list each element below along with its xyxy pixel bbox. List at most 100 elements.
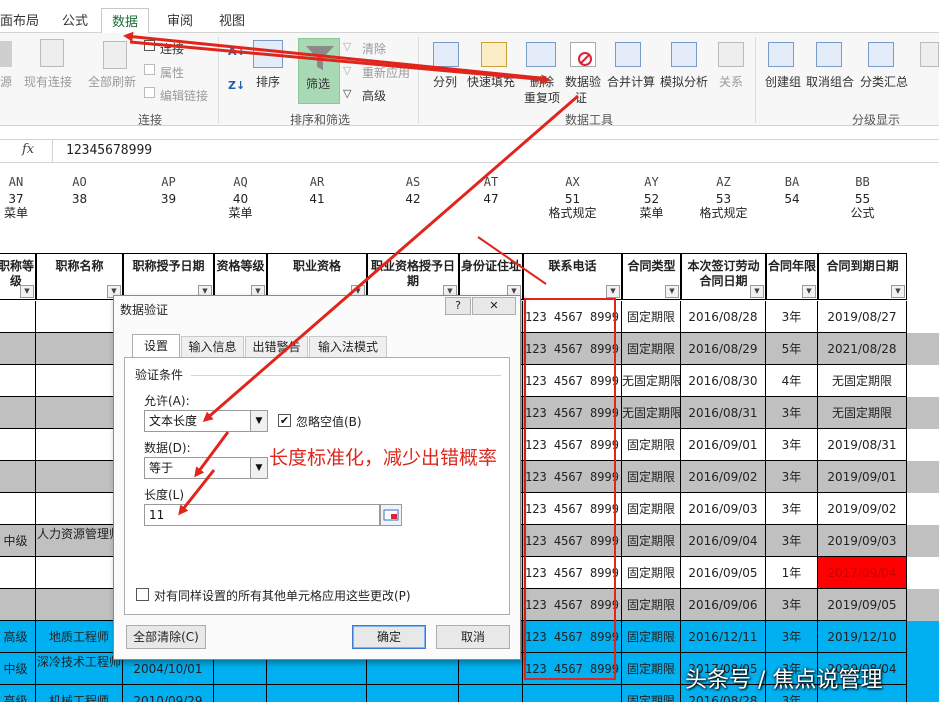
column-letter[interactable]: AZ xyxy=(681,171,766,193)
ungroup-button[interactable]: 取消组合 xyxy=(806,73,854,90)
apply-all-checkbox[interactable] xyxy=(136,588,149,601)
length-input[interactable]: 11 xyxy=(144,504,380,526)
fx-icon[interactable]: fx xyxy=(22,142,34,157)
table-cell[interactable]: 固定期限 xyxy=(622,429,681,461)
filter-dropdown-icon[interactable]: ▼ xyxy=(891,285,905,298)
table-cell[interactable]: 3年 xyxy=(766,461,818,493)
data-operator-select[interactable]: 等于 ▼ xyxy=(144,457,268,479)
table-cell[interactable] xyxy=(459,685,523,702)
table-cell[interactable]: 2019/12/10 xyxy=(818,621,907,653)
advanced-filter-button[interactable]: 高级 xyxy=(362,87,386,104)
table-cell[interactable] xyxy=(0,365,36,397)
table-cell[interactable]: 3年 xyxy=(766,621,818,653)
table-cell[interactable]: 无固定期限 xyxy=(818,397,907,429)
filter-dropdown-icon[interactable]: ▼ xyxy=(606,285,620,298)
table-cell[interactable] xyxy=(0,493,36,525)
column-letter[interactable]: BB xyxy=(818,171,907,193)
relationships-button[interactable]: 关系 xyxy=(719,73,743,90)
table-cell[interactable]: 固定期限 xyxy=(622,333,681,365)
table-cell[interactable]: 2016/08/30 xyxy=(681,365,766,397)
close-icon[interactable]: ✕ xyxy=(472,297,516,315)
column-letter[interactable]: AO xyxy=(36,171,123,193)
table-cell[interactable] xyxy=(0,557,36,589)
remove-duplicates-label-1[interactable]: 删除 xyxy=(530,73,554,90)
table-cell[interactable] xyxy=(214,685,267,702)
table-cell[interactable] xyxy=(523,685,622,702)
table-cell[interactable]: 人力资源管理师 xyxy=(36,525,123,557)
table-cell[interactable]: 4年 xyxy=(766,365,818,397)
table-cell[interactable] xyxy=(0,333,36,365)
filter-dropdown-icon[interactable]: ▼ xyxy=(20,285,34,298)
column-letter[interactable]: AY xyxy=(622,171,681,193)
table-cell[interactable]: 无固定期限 xyxy=(622,397,681,429)
table-cell[interactable]: 5年 xyxy=(766,333,818,365)
table-cell[interactable]: 无固定期限 xyxy=(818,365,907,397)
sort-za-icon[interactable]: Z↓ xyxy=(228,79,245,92)
formula-input[interactable]: 12345678999 xyxy=(66,143,152,158)
tab-page-layout[interactable]: 面布局 xyxy=(0,10,39,29)
tab-review[interactable]: 审阅 xyxy=(167,10,193,29)
sort-button[interactable]: 排序 xyxy=(256,73,280,90)
table-cell[interactable]: 2019/08/31 xyxy=(818,429,907,461)
table-cell[interactable]: 2016/09/05 xyxy=(681,557,766,589)
table-cell[interactable]: 深冷技术工程师 xyxy=(36,653,123,685)
table-cell[interactable]: 2016/09/02 xyxy=(681,461,766,493)
table-cell[interactable]: 2019/09/05 xyxy=(818,589,907,621)
clear-filter-button[interactable]: 清除 xyxy=(362,40,386,57)
table-cell[interactable]: 固定期限 xyxy=(622,589,681,621)
column-letter[interactable]: AX xyxy=(523,171,622,193)
remove-duplicates-label-2[interactable]: 重复项 xyxy=(524,89,560,106)
show-detail-icon[interactable] xyxy=(920,42,939,67)
reapply-button[interactable]: 重新应用 xyxy=(362,64,410,81)
filter-dropdown-icon[interactable]: ▼ xyxy=(665,285,679,298)
table-cell[interactable] xyxy=(36,493,123,525)
table-cell[interactable]: 固定期限 xyxy=(622,525,681,557)
edit-links-button[interactable]: 编辑链接 xyxy=(160,87,208,104)
table-cell[interactable] xyxy=(0,429,36,461)
table-cell[interactable]: 2019/09/02 xyxy=(818,493,907,525)
tab-view[interactable]: 视图 xyxy=(219,10,245,29)
table-cell[interactable]: 3年 xyxy=(766,493,818,525)
table-cell[interactable]: 地质工程师 xyxy=(36,621,123,653)
properties-button[interactable]: 属性 xyxy=(160,64,184,81)
clear-all-button[interactable]: 全部清除(C) xyxy=(126,625,206,649)
tab-data[interactable]: 数据 xyxy=(101,8,150,34)
table-cell[interactable]: 高级 xyxy=(0,621,36,653)
table-cell[interactable]: 3年 xyxy=(766,397,818,429)
table-cell[interactable] xyxy=(36,461,123,493)
table-cell[interactable]: 1年 xyxy=(766,557,818,589)
tab-formulas[interactable]: 公式 xyxy=(62,10,88,29)
table-cell[interactable]: 2019/09/01 xyxy=(818,461,907,493)
table-cell[interactable]: 固定期限 xyxy=(622,685,681,702)
connections-button[interactable]: 连接 xyxy=(160,40,184,57)
table-cell[interactable]: 机械工程师 xyxy=(36,685,123,702)
table-cell[interactable]: 2016/12/11 xyxy=(681,621,766,653)
data-validation-button-line2[interactable]: 证 xyxy=(575,89,587,106)
table-cell[interactable] xyxy=(36,429,123,461)
text-to-columns-button[interactable]: 分列 xyxy=(433,73,457,90)
help-button[interactable]: ? xyxy=(445,297,471,315)
table-cell[interactable] xyxy=(0,301,36,333)
table-cell[interactable] xyxy=(36,557,123,589)
ignore-blank-checkbox[interactable]: ✔ xyxy=(278,414,291,427)
table-cell[interactable]: 3年 xyxy=(766,525,818,557)
data-source-button[interactable]: 源 xyxy=(0,73,12,90)
table-cell[interactable]: 2019/08/27 xyxy=(818,301,907,333)
existing-connections-button[interactable]: 现有连接 xyxy=(24,73,72,90)
table-cell[interactable] xyxy=(0,461,36,493)
column-letter[interactable]: AT xyxy=(459,171,523,193)
refresh-all-button[interactable]: 全部刷新 xyxy=(88,73,136,90)
table-cell[interactable]: 高级 xyxy=(0,685,36,702)
column-letter[interactable]: AS xyxy=(367,171,459,193)
dialog-tab-ime-mode[interactable]: 输入法模式 xyxy=(309,336,387,358)
table-cell[interactable]: 2021/08/28 xyxy=(818,333,907,365)
table-cell[interactable]: 中级 xyxy=(0,525,36,557)
range-picker-icon[interactable] xyxy=(380,504,402,526)
table-cell[interactable]: 固定期限 xyxy=(622,461,681,493)
table-cell[interactable]: 2016/08/31 xyxy=(681,397,766,429)
column-letter[interactable]: AQ xyxy=(214,171,267,193)
table-cell[interactable] xyxy=(36,589,123,621)
table-cell[interactable] xyxy=(36,397,123,429)
table-cell[interactable]: 固定期限 xyxy=(622,493,681,525)
table-cell[interactable]: 3年 xyxy=(766,429,818,461)
